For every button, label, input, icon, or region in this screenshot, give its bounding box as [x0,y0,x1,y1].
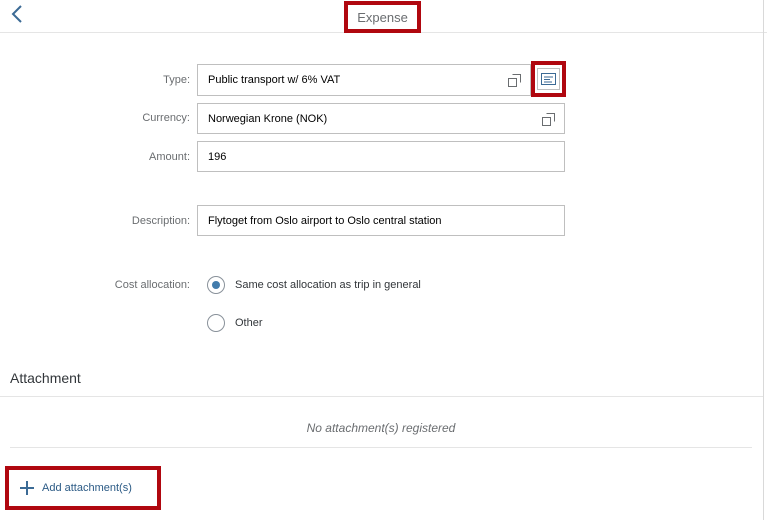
page-header: Expense [0,0,767,33]
description-value: Flytoget from Oslo airport to Oslo centr… [208,214,442,227]
type-label: Type: [163,74,190,86]
attachment-empty-text: No attachment(s) registered [306,421,456,435]
add-attachment-button[interactable]: Add attachment(s) [10,471,156,505]
cost-allocation-label: Cost allocation: [114,279,190,291]
description-input[interactable]: Flytoget from Oslo airport to Oslo centr… [197,205,565,236]
chevron-left-icon [11,5,22,23]
radio-same-cost-allocation[interactable] [207,276,225,294]
radio-other[interactable] [207,314,225,332]
currency-field[interactable]: Norwegian Krone (NOK) [197,103,565,134]
radio-same-cost-allocation-label[interactable]: Same cost allocation as trip in general [235,279,421,291]
currency-label: Currency: [142,112,190,124]
type-field[interactable]: Public transport w/ 6% VAT [197,64,531,96]
right-divider [763,0,764,520]
currency-value: Norwegian Krone (NOK) [208,112,328,125]
page-title-highlight: Expense [344,1,421,33]
amount-input[interactable]: 196 [197,141,565,172]
value-help-icon[interactable] [542,112,555,126]
description-label: Description: [131,215,190,227]
type-details-highlight [531,61,566,97]
amount-label: Amount: [149,151,190,163]
radio-other-label[interactable]: Other [235,317,263,329]
type-details-button[interactable] [537,68,560,90]
value-help-icon[interactable] [508,74,521,87]
type-value: Public transport w/ 6% VAT [208,74,341,86]
amount-value: 196 [208,150,227,163]
attachment-list-divider [10,447,752,448]
attachment-section-title: Attachment [10,370,81,386]
plus-icon [20,481,34,495]
add-attachment-label: Add attachment(s) [42,482,132,494]
attachment-divider [0,396,763,397]
page-title: Expense [357,9,408,25]
back-button[interactable] [6,3,28,25]
card-details-icon [541,73,556,85]
